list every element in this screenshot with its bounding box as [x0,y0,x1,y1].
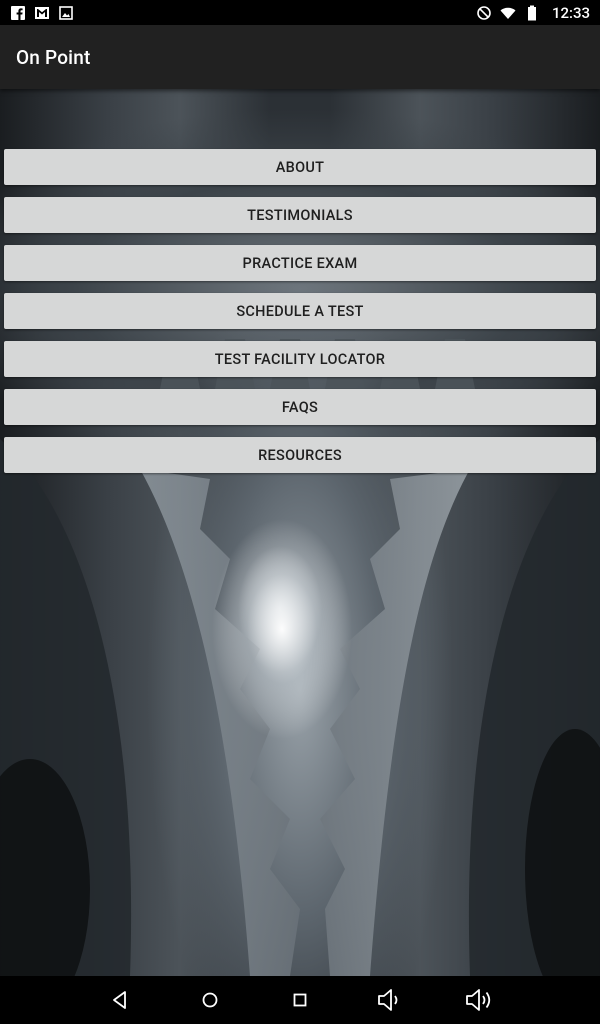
image-icon [59,5,73,20]
main-menu: ABOUT TESTIMONIALS PRACTICE EXAM SCHEDUL… [4,149,596,473]
home-icon[interactable] [198,988,222,1012]
facebook-icon [11,5,25,20]
status-bar-notifications [10,5,74,21]
battery-icon [527,5,536,20]
back-icon[interactable] [108,988,132,1012]
app-title: On Point [16,45,91,69]
testimonials-button[interactable]: TESTIMONIALS [4,197,596,233]
status-bar: 12:33 [0,0,600,25]
test-facility-locator-button[interactable]: TEST FACILITY LOCATOR [4,341,596,377]
resources-button[interactable]: RESOURCES [4,437,596,473]
volume-up-icon[interactable] [464,988,494,1012]
faqs-button[interactable]: FAQS [4,389,596,425]
about-button[interactable]: ABOUT [4,149,596,185]
gmail-icon [35,6,49,19]
wifi-icon [500,7,516,19]
main-content: ABOUT TESTIMONIALS PRACTICE EXAM SCHEDUL… [0,89,600,976]
app-bar: On Point [0,25,600,89]
status-time: 12:33 [551,3,590,22]
status-bar-system: 12:33 [476,4,590,22]
volume-down-icon[interactable] [376,988,404,1012]
practice-exam-button[interactable]: PRACTICE EXAM [4,245,596,281]
recents-icon[interactable] [288,988,312,1012]
navigation-bar [0,976,600,1024]
do-not-disturb-icon [477,5,491,20]
schedule-test-button[interactable]: SCHEDULE A TEST [4,293,596,329]
